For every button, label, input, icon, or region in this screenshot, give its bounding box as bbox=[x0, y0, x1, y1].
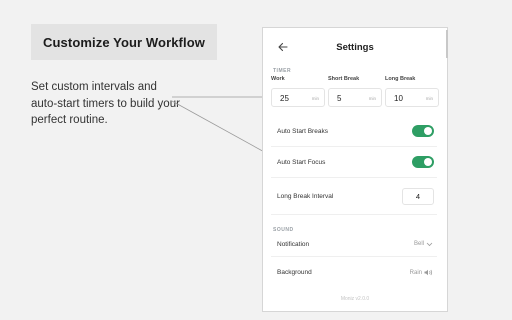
background-sound-row[interactable]: Background Rain bbox=[271, 260, 437, 286]
auto-start-focus-toggle[interactable] bbox=[412, 156, 434, 168]
version-text: Moniz v2.0.0 bbox=[340, 296, 370, 302]
notification-label: Notification bbox=[277, 241, 310, 248]
auto-start-focus-row: Auto Start Focus bbox=[271, 147, 437, 178]
short-break-duration-input[interactable]: 5 min bbox=[328, 88, 382, 107]
short-break-duration-unit: min bbox=[368, 96, 376, 101]
long-break-duration-unit: min bbox=[425, 96, 433, 101]
long-break-label: Long Break bbox=[385, 76, 416, 82]
auto-start-breaks-label: Auto Start Breaks bbox=[277, 128, 328, 135]
long-break-duration-value: 10 bbox=[394, 94, 403, 103]
work-duration-value: 25 bbox=[280, 94, 289, 103]
long-break-interval-input[interactable]: 4 bbox=[402, 188, 434, 205]
long-break-duration-input[interactable]: 10 min bbox=[385, 88, 439, 107]
auto-start-focus-label: Auto Start Focus bbox=[277, 159, 326, 166]
work-label: Work bbox=[271, 76, 285, 82]
scrollbar[interactable] bbox=[446, 30, 448, 58]
short-break-duration-value: 5 bbox=[337, 94, 342, 103]
chevron-down-icon bbox=[426, 242, 433, 246]
timer-section-label: TIMER bbox=[273, 68, 292, 74]
auto-start-breaks-row: Auto Start Breaks bbox=[271, 116, 437, 147]
long-break-interval-label: Long Break Interval bbox=[277, 193, 334, 200]
background-sound-label: Background bbox=[277, 269, 312, 276]
work-duration-unit: min bbox=[311, 96, 319, 101]
long-break-interval-row: Long Break Interval 4 bbox=[271, 178, 437, 215]
notification-value: Bell bbox=[413, 241, 424, 247]
notification-select[interactable]: Bell bbox=[414, 241, 433, 247]
work-duration-input[interactable]: 25 min bbox=[271, 88, 325, 107]
settings-title: Settings bbox=[336, 42, 374, 53]
short-break-label: Short Break bbox=[328, 76, 360, 82]
notification-row[interactable]: Notification Bell bbox=[271, 233, 437, 257]
speaker-icon bbox=[424, 269, 433, 276]
auto-start-breaks-toggle[interactable] bbox=[412, 125, 434, 137]
background-sound-select[interactable]: Rain bbox=[410, 269, 433, 276]
background-sound-value: Rain bbox=[409, 269, 422, 276]
settings-header: Settings bbox=[263, 28, 447, 66]
settings-panel: Settings TIMER Work Short Break Long Bre… bbox=[262, 27, 448, 312]
